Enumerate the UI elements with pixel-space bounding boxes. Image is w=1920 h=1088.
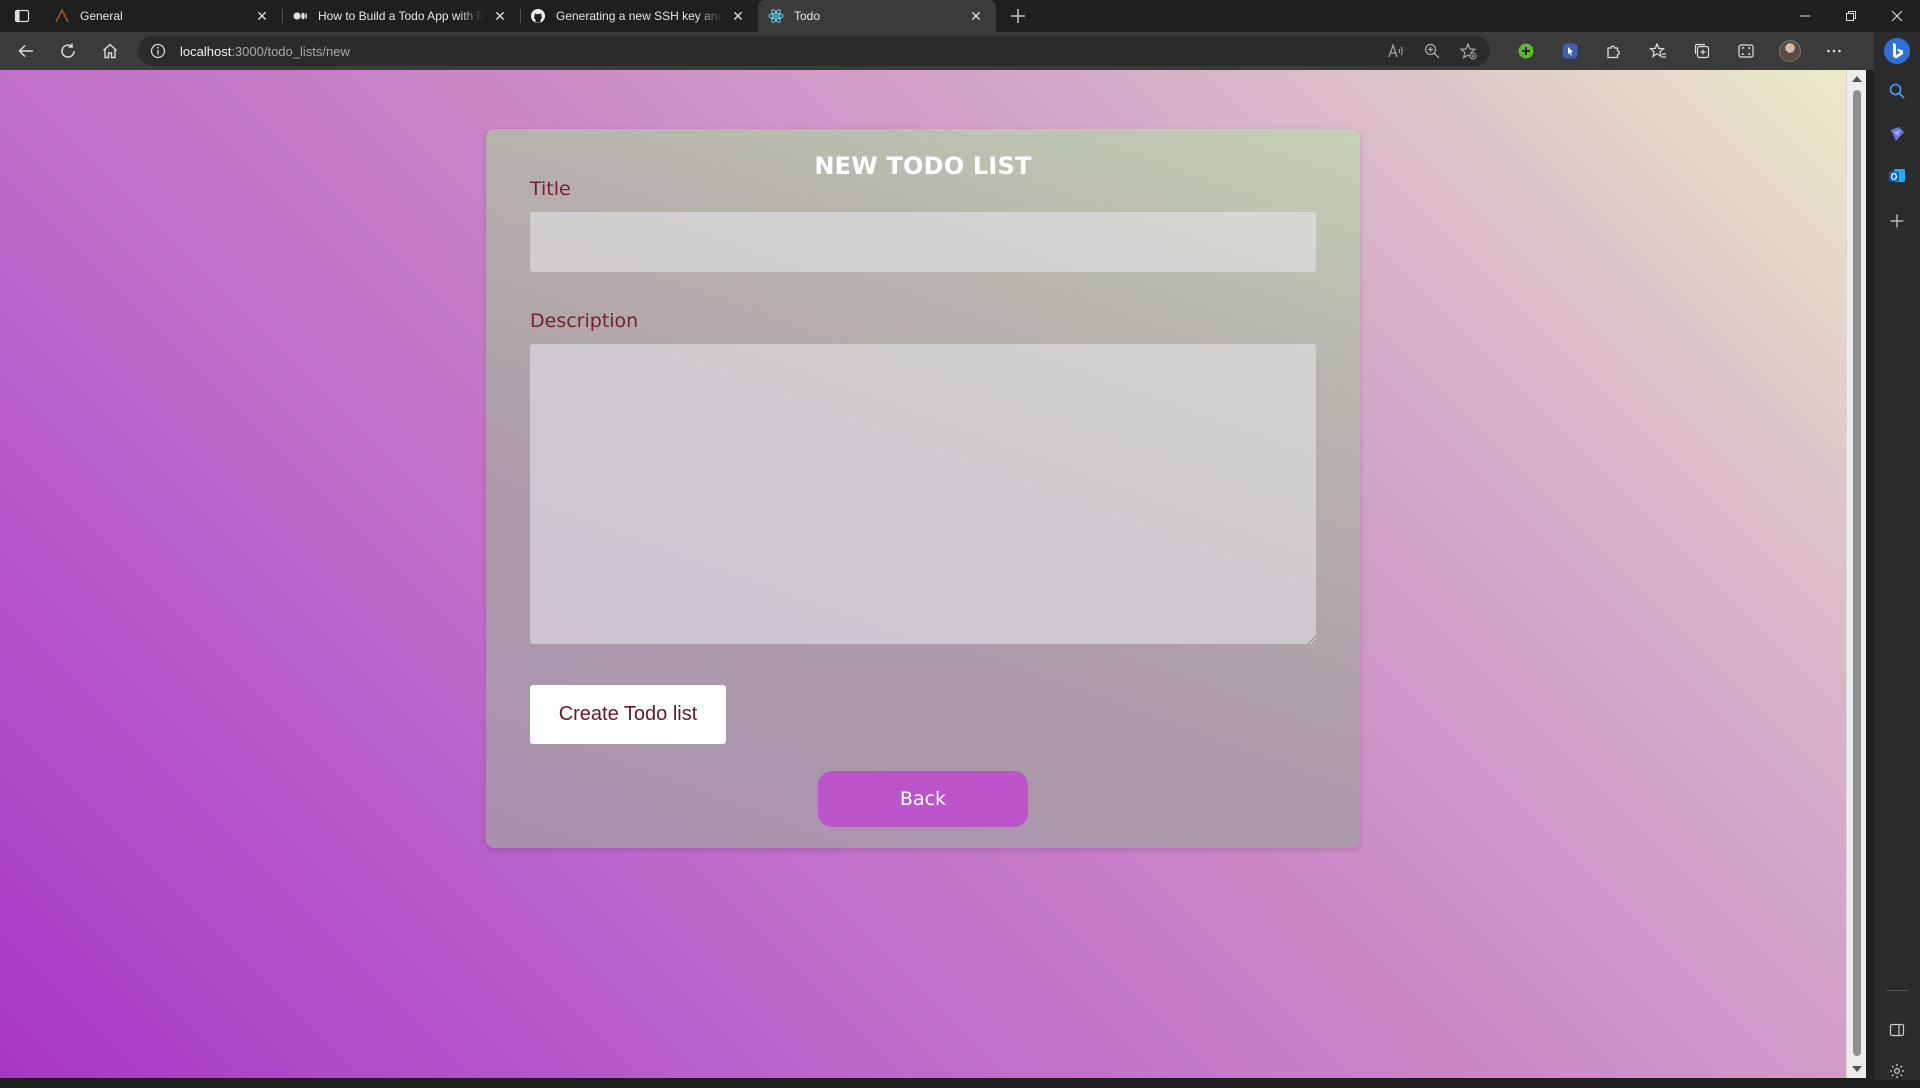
new-tab-button[interactable] [1002, 0, 1034, 32]
back-nav-button[interactable] [8, 35, 44, 67]
profile-button[interactable] [1768, 35, 1812, 67]
zoom-icon[interactable] [1422, 41, 1442, 61]
arc-app-icon [54, 8, 70, 24]
avatar [1779, 40, 1801, 62]
extension-green-button[interactable] [1504, 35, 1548, 67]
home-button[interactable] [92, 35, 128, 67]
extensions-button[interactable] [1592, 35, 1636, 67]
url-host: localhost [180, 43, 232, 59]
react-icon [768, 8, 784, 24]
window-controls [1782, 0, 1920, 32]
close-icon[interactable]: ✕ [728, 6, 748, 26]
close-icon[interactable]: ✕ [966, 6, 986, 26]
description-label: Description [530, 310, 639, 332]
tab-general[interactable]: General ✕ [44, 0, 282, 32]
plus-circle-icon [1518, 43, 1534, 59]
page-scrollbar[interactable] [1846, 70, 1866, 1078]
scroll-thumb[interactable] [1853, 90, 1861, 1056]
favorites-button[interactable] [1636, 35, 1680, 67]
outlook-sidebar-button[interactable] [1874, 159, 1920, 193]
plus-icon [1011, 9, 1025, 23]
page-title: NEW TODO LIST [814, 152, 1032, 180]
search-icon [1889, 83, 1905, 99]
tools-sidebar-button[interactable] [1874, 117, 1920, 151]
url-path: :3000/todo_lists/new [231, 43, 350, 59]
screenshot-button[interactable] [1724, 35, 1768, 67]
scroll-up-arrow[interactable] [1852, 76, 1862, 82]
search-sidebar-button[interactable] [1874, 74, 1920, 108]
close-icon[interactable]: ✕ [252, 6, 272, 26]
outlook-icon [1889, 169, 1905, 182]
cursor-extension-icon [1562, 43, 1578, 59]
sidebar-panel-icon [1889, 1023, 1905, 1037]
sidebar-divider [1886, 990, 1908, 991]
puzzle-icon [1607, 45, 1620, 59]
plus-icon [1890, 214, 1904, 228]
tab-todo-tutorial[interactable]: How to Build a Todo App with React ✕ [282, 0, 520, 32]
scroll-down-arrow[interactable] [1852, 1066, 1862, 1072]
close-window-button[interactable] [1874, 0, 1920, 32]
back-button[interactable]: Back [818, 771, 1028, 827]
tab-todo[interactable]: Todo ✕ [758, 0, 996, 32]
copilot-button[interactable] [1874, 34, 1920, 68]
refresh-icon [61, 43, 75, 58]
refresh-button[interactable] [50, 35, 86, 67]
web-capture-icon [1738, 44, 1754, 58]
title-input[interactable] [530, 212, 1316, 272]
close-icon [1891, 10, 1903, 22]
tab-actions-icon [14, 9, 30, 23]
hide-sidebar-button[interactable] [1874, 1013, 1920, 1047]
description-textarea[interactable] [530, 344, 1316, 644]
tab-strip: General ✕ How to Build a Todo App with R… [0, 0, 1920, 32]
ellipsis-icon [1827, 49, 1841, 53]
add-favorite-icon[interactable] [1458, 41, 1478, 61]
close-icon[interactable]: ✕ [490, 6, 510, 26]
title-label: Title [530, 178, 571, 200]
restore-button[interactable] [1828, 0, 1874, 32]
page-viewport: NEW TODO LIST Title Description Create T… [0, 70, 1846, 1078]
restore-icon [1846, 11, 1856, 21]
minimize-button[interactable] [1782, 0, 1828, 32]
more-menu-button[interactable] [1812, 35, 1856, 67]
new-todo-list-form: NEW TODO LIST Title Description Create T… [486, 129, 1360, 848]
sidebar-settings-button[interactable] [1874, 1054, 1920, 1088]
home-icon [103, 43, 117, 59]
extension-blue-button[interactable] [1548, 35, 1592, 67]
tab-ssh-key[interactable]: Generating a new SSH key and adding it t… [520, 0, 758, 32]
collections-icon [1694, 43, 1710, 59]
read-aloud-icon[interactable] [1386, 41, 1406, 61]
create-todo-list-button[interactable]: Create Todo list [530, 685, 726, 744]
tab-title: Todo [794, 9, 821, 23]
gear-icon [1890, 1064, 1904, 1078]
medium-icon [292, 8, 308, 24]
github-icon [530, 8, 546, 24]
add-sidebar-app-button[interactable] [1874, 204, 1920, 238]
address-bar[interactable]: localhost:3000/todo_lists/new [138, 36, 1490, 66]
arrow-left-icon [18, 44, 33, 58]
url-text[interactable]: localhost:3000/todo_lists/new [180, 44, 350, 59]
tab-title: Generating a new SSH key and adding it t… [556, 9, 722, 23]
bing-icon [1884, 38, 1910, 64]
collections-button[interactable] [1680, 35, 1724, 67]
tab-title: How to Build a Todo App with React [318, 9, 484, 23]
edge-sidebar [1874, 32, 1920, 1080]
tab-title: General [80, 9, 123, 23]
browser-toolbar: localhost:3000/todo_lists/new [0, 32, 1920, 70]
tab-actions-button[interactable] [0, 0, 44, 32]
discover-icon [1891, 127, 1904, 141]
textarea-resize-handle[interactable] [1308, 636, 1316, 644]
minimize-icon [1800, 15, 1810, 17]
info-icon[interactable] [150, 43, 166, 59]
star-list-icon [1649, 42, 1666, 58]
